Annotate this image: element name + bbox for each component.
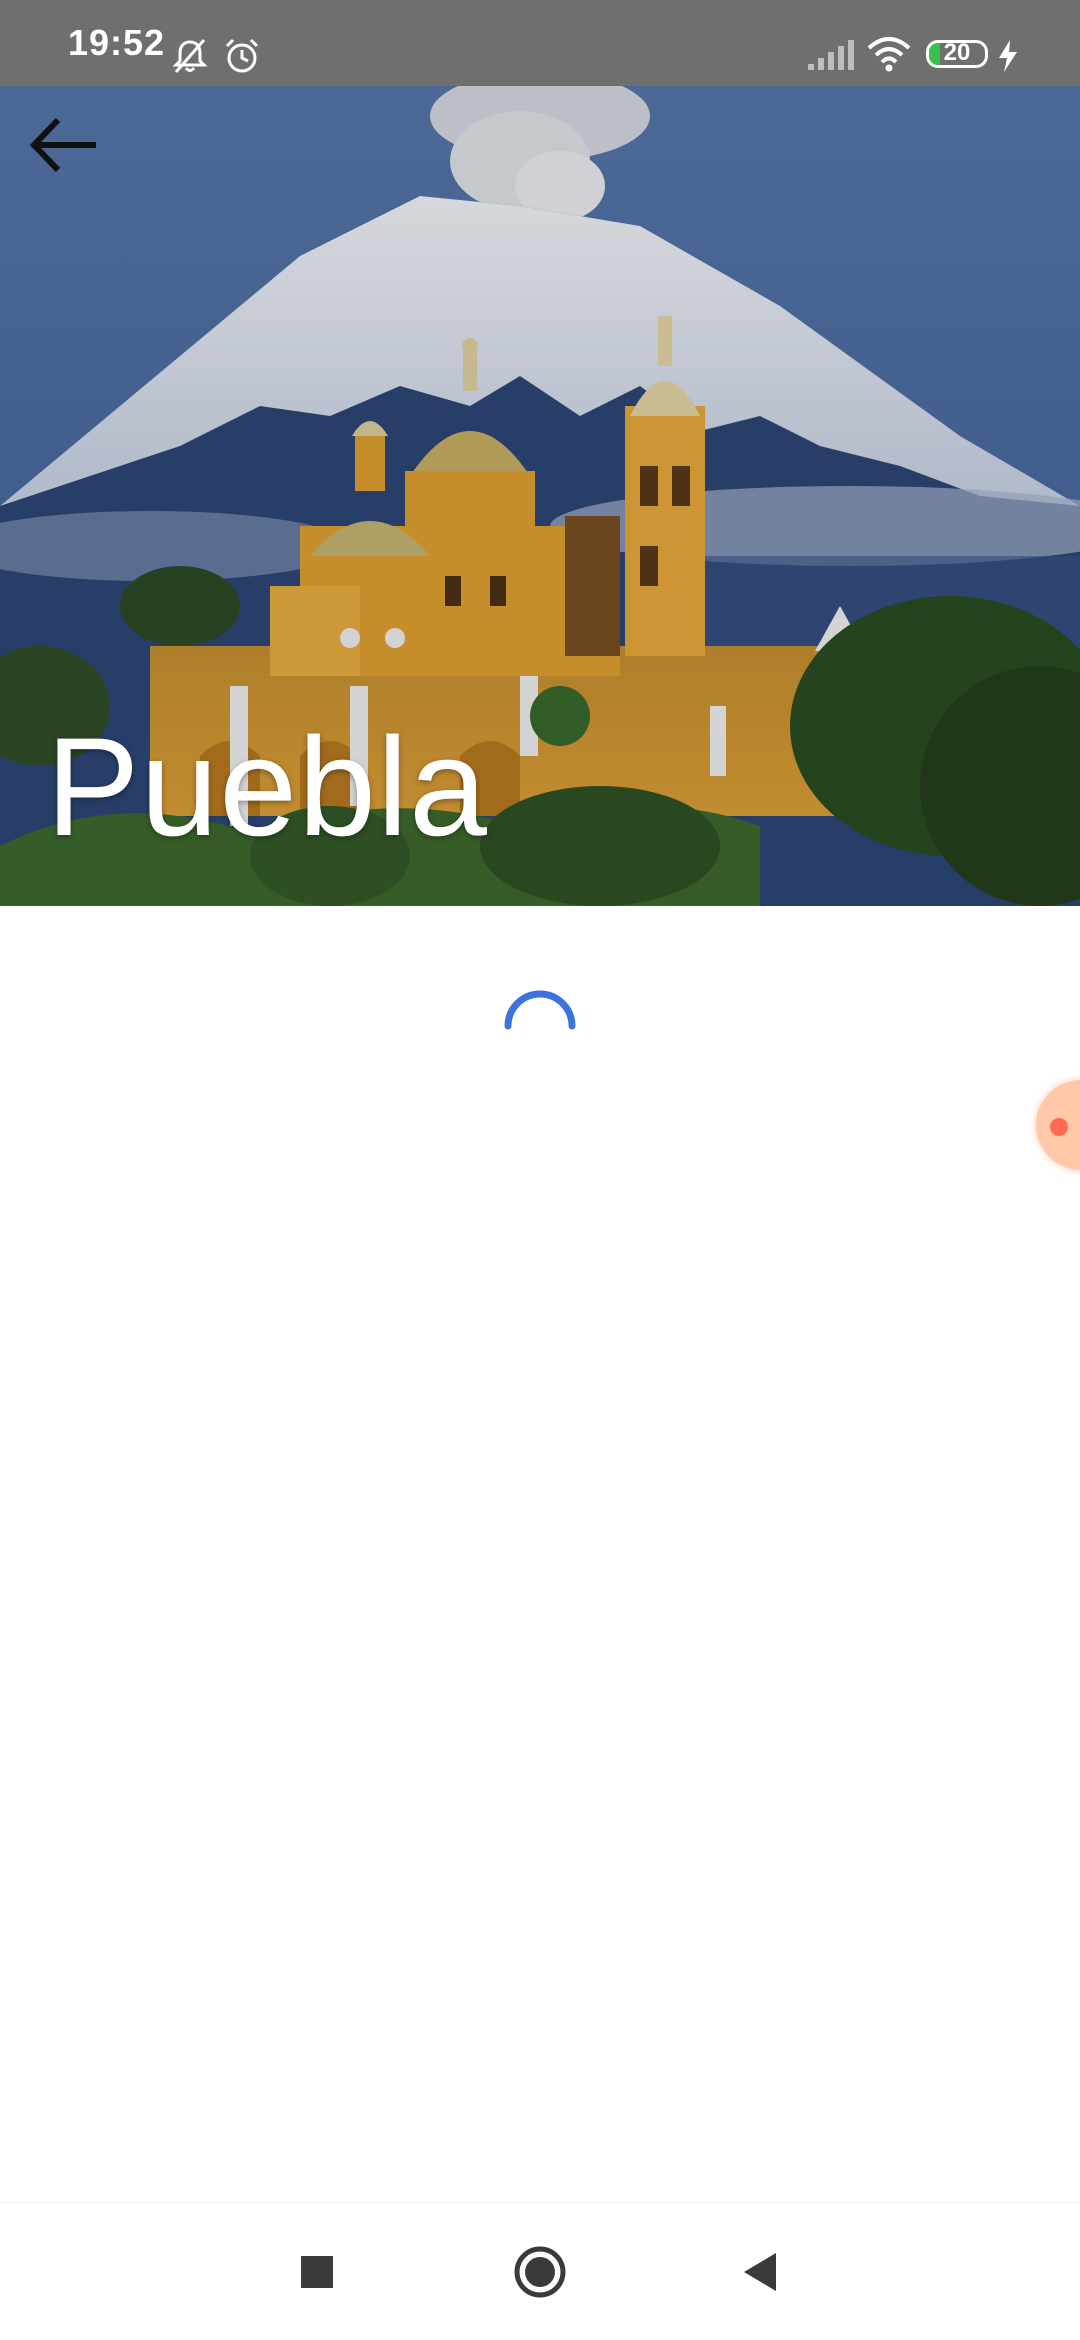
recents-square-icon[interactable] xyxy=(282,2237,352,2307)
status-time: 19:52 xyxy=(68,22,166,63)
status-bar: 19:52 20 xyxy=(0,0,1080,86)
page-title: Puebla xyxy=(46,708,488,865)
charging-icon xyxy=(999,40,1017,72)
home-circle-icon[interactable] xyxy=(505,2237,575,2307)
wifi-icon xyxy=(867,37,911,72)
loading-spinner-icon xyxy=(504,990,576,1030)
hero-image: Puebla xyxy=(0,86,1080,906)
battery-level: 20 xyxy=(943,40,971,66)
notifications-muted-icon xyxy=(172,39,208,73)
alarm-icon xyxy=(225,38,259,73)
bubble-dot xyxy=(1050,1118,1068,1136)
app-screen: 19:52 20 Puebla xyxy=(0,0,1080,2340)
content-area xyxy=(0,906,1080,2202)
battery-icon: 20 xyxy=(926,40,988,68)
signal-icon xyxy=(808,40,854,70)
system-nav-bar xyxy=(0,2202,1080,2340)
back-triangle-icon[interactable] xyxy=(726,2237,796,2307)
back-arrow-icon[interactable] xyxy=(22,110,106,180)
